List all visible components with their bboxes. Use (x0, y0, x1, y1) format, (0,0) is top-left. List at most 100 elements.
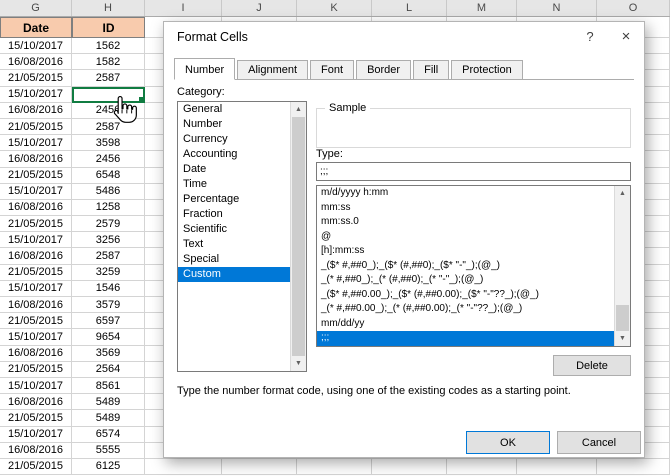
cell-id[interactable]: 1582 (72, 54, 145, 70)
cell-id[interactable]: 2579 (72, 216, 145, 232)
format-scrollbar[interactable]: ▲ ▼ (614, 186, 630, 346)
category-item[interactable]: Scientific (178, 222, 290, 237)
cell-date[interactable]: 16/08/2016 (0, 297, 72, 313)
cell-id[interactable]: 3259 (72, 265, 145, 281)
format-code-item[interactable]: _(* #,##0_);_(* (#,##0);_(* "-"_);(@_) (317, 273, 614, 288)
column-header-m[interactable]: M (447, 0, 517, 16)
cell-date[interactable]: 21/05/2015 (0, 216, 72, 232)
cell-date[interactable]: 21/05/2015 (0, 362, 72, 378)
format-code-item[interactable]: mm/dd/yy (317, 317, 614, 332)
cell-id[interactable]: 2587 (72, 119, 145, 135)
cell-id[interactable]: 6597 (72, 313, 145, 329)
column-header-j[interactable]: J (222, 0, 297, 16)
cell-id[interactable]: 2456 (72, 103, 145, 119)
cell-date[interactable]: 21/05/2015 (0, 313, 72, 329)
category-item[interactable]: Text (178, 237, 290, 252)
column-header-o[interactable]: O (597, 0, 670, 16)
category-item[interactable]: Fraction (178, 207, 290, 222)
cell-date[interactable]: 21/05/2015 (0, 410, 72, 426)
dialog-tab[interactable]: Protection (451, 60, 523, 80)
cell-date[interactable]: 21/05/2015 (0, 70, 72, 86)
date-column-title[interactable]: Date (0, 17, 72, 38)
cell-date[interactable]: 16/08/2016 (0, 54, 72, 70)
cell-date[interactable]: 16/08/2016 (0, 103, 72, 119)
cell-id[interactable]: 3569 (72, 346, 145, 362)
scroll-down-icon[interactable]: ▼ (291, 356, 306, 371)
scroll-thumb[interactable] (292, 117, 305, 356)
cell-empty[interactable] (145, 459, 222, 475)
cell-id[interactable]: 5555 (72, 443, 145, 459)
format-code-item[interactable]: ;;; (317, 331, 614, 346)
cell-date[interactable]: 21/05/2015 (0, 168, 72, 184)
type-input[interactable] (316, 162, 631, 181)
scroll-track[interactable] (291, 117, 306, 356)
dialog-titlebar[interactable]: Format Cells ? × (164, 22, 644, 52)
cell-date[interactable]: 16/08/2016 (0, 200, 72, 216)
cell-empty[interactable] (517, 459, 597, 475)
format-code-item[interactable]: @ (317, 230, 614, 245)
column-header-i[interactable]: I (145, 0, 222, 16)
cell-id[interactable] (72, 87, 145, 103)
cell-id[interactable]: 6548 (72, 168, 145, 184)
scroll-track[interactable] (615, 201, 630, 331)
cell-id[interactable]: 9654 (72, 329, 145, 345)
help-button[interactable]: ? (572, 22, 608, 52)
category-item[interactable]: Time (178, 177, 290, 192)
cancel-button[interactable]: Cancel (557, 431, 641, 454)
category-item[interactable]: Special (178, 252, 290, 267)
scroll-up-icon[interactable]: ▲ (615, 186, 630, 201)
category-scrollbar[interactable]: ▲ ▼ (290, 102, 306, 371)
category-item[interactable]: Number (178, 117, 290, 132)
category-item[interactable]: Date (178, 162, 290, 177)
format-code-item[interactable]: _($* #,##0_);_($* (#,##0);_($* "-"_);(@_… (317, 259, 614, 274)
cell-id[interactable]: 1258 (72, 200, 145, 216)
format-code-item[interactable]: m/d/yyyy h:mm (317, 186, 614, 201)
cell-id[interactable]: 8561 (72, 378, 145, 394)
cell-date[interactable]: 15/10/2017 (0, 427, 72, 443)
scroll-down-icon[interactable]: ▼ (615, 331, 630, 346)
dialog-tab[interactable]: Number (174, 58, 235, 80)
scroll-up-icon[interactable]: ▲ (291, 102, 306, 117)
cell-date[interactable]: 15/10/2017 (0, 184, 72, 200)
category-item[interactable]: Custom (178, 267, 290, 282)
category-item[interactable]: Accounting (178, 147, 290, 162)
cell-date[interactable]: 15/10/2017 (0, 281, 72, 297)
cell-id[interactable]: 3256 (72, 232, 145, 248)
cell-id[interactable]: 2564 (72, 362, 145, 378)
dialog-tab[interactable]: Font (310, 60, 354, 80)
cell-date[interactable]: 16/08/2016 (0, 394, 72, 410)
cell-empty[interactable] (597, 459, 670, 475)
cell-empty[interactable] (447, 459, 517, 475)
format-code-item[interactable]: [h]:mm:ss (317, 244, 614, 259)
cell-date[interactable]: 16/08/2016 (0, 248, 72, 264)
cell-empty[interactable] (372, 459, 447, 475)
dialog-tab[interactable]: Border (356, 60, 411, 80)
column-header-n[interactable]: N (517, 0, 597, 16)
cell-id[interactable]: 3598 (72, 135, 145, 151)
cell-date[interactable]: 16/08/2016 (0, 151, 72, 167)
cell-id[interactable]: 6125 (72, 459, 145, 475)
cell-date[interactable]: 15/10/2017 (0, 378, 72, 394)
column-header-g[interactable]: G (0, 0, 72, 16)
cell-empty[interactable] (297, 459, 372, 475)
cell-date[interactable]: 21/05/2015 (0, 459, 72, 475)
column-header-l[interactable]: L (372, 0, 447, 16)
delete-button[interactable]: Delete (553, 355, 631, 376)
cell-date[interactable]: 15/10/2017 (0, 38, 72, 54)
cell-date[interactable]: 21/05/2015 (0, 119, 72, 135)
cell-id[interactable]: 5489 (72, 394, 145, 410)
cell-id[interactable]: 2456 (72, 151, 145, 167)
scroll-thumb[interactable] (616, 305, 629, 331)
format-code-item[interactable]: mm:ss (317, 201, 614, 216)
cell-id[interactable]: 2587 (72, 248, 145, 264)
cell-date[interactable]: 15/10/2017 (0, 87, 72, 103)
ok-button[interactable]: OK (466, 431, 550, 454)
cell-empty[interactable] (222, 459, 297, 475)
category-item[interactable]: General (178, 102, 290, 117)
dialog-tab[interactable]: Alignment (237, 60, 308, 80)
cell-date[interactable]: 15/10/2017 (0, 135, 72, 151)
format-code-item[interactable]: _($* #,##0.00_);_($* (#,##0.00);_($* "-"… (317, 288, 614, 303)
cell-id[interactable]: 1562 (72, 38, 145, 54)
format-code-item[interactable]: mm:ss.0 (317, 215, 614, 230)
cell-date[interactable]: 16/08/2016 (0, 443, 72, 459)
